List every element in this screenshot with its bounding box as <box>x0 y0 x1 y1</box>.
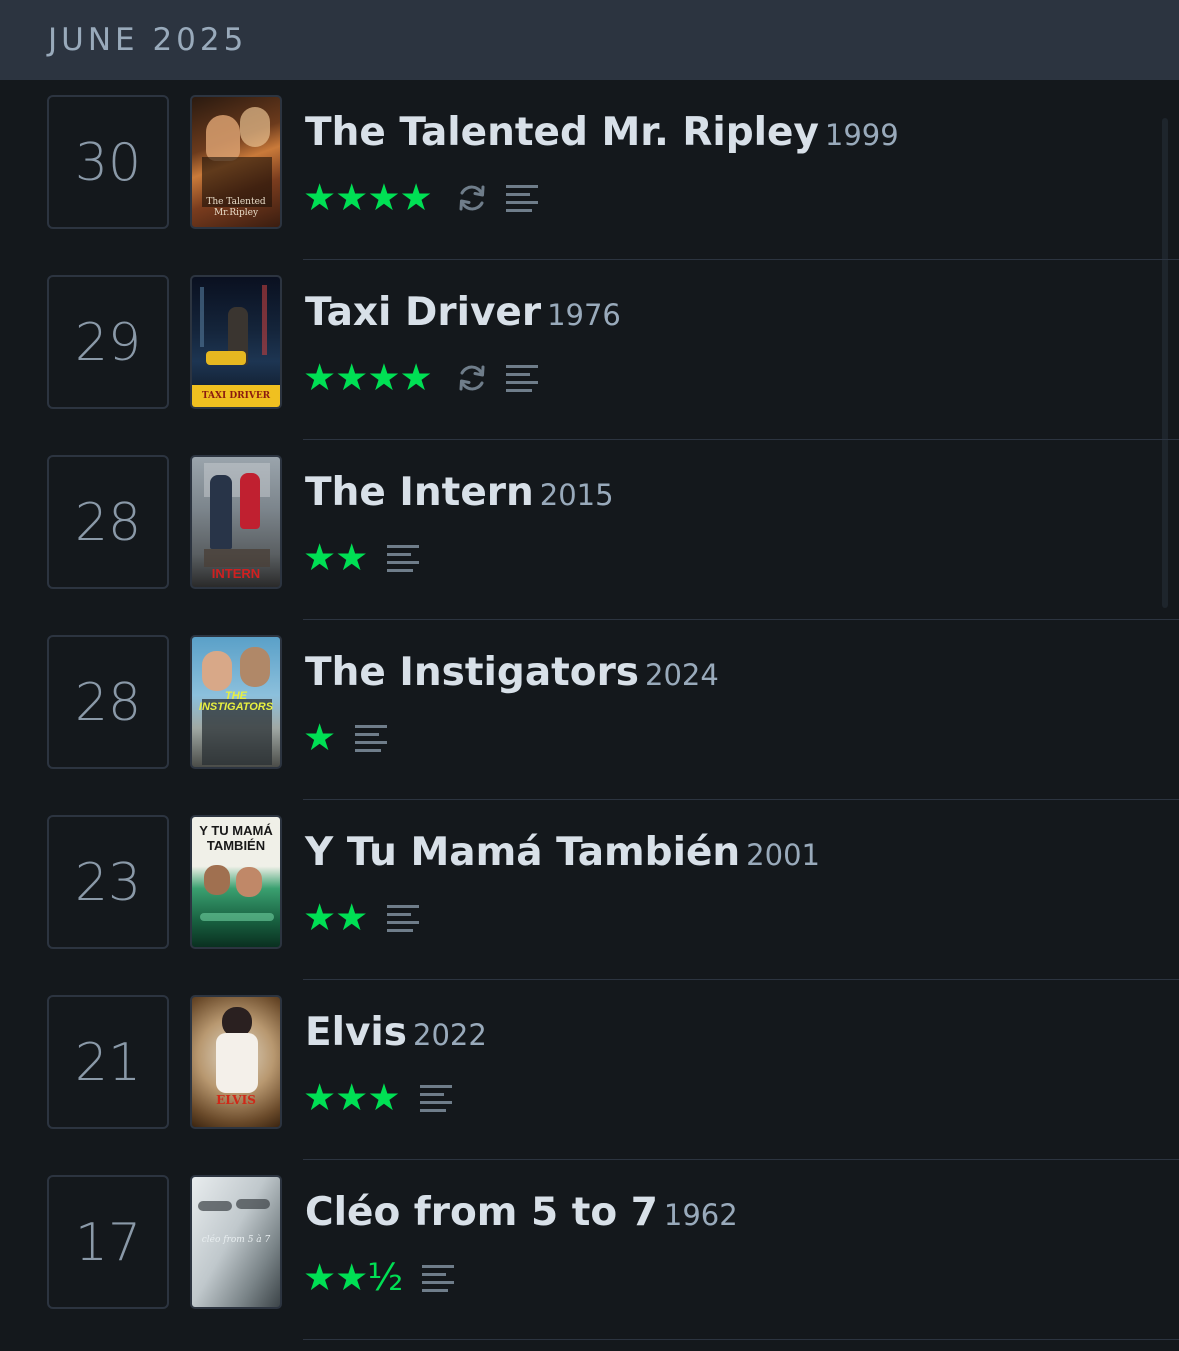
diary-entry: 29 TAXI DRIVER Taxi Driver 1976 ★★★★ <box>0 260 1179 440</box>
review-text-icon[interactable] <box>420 1260 456 1296</box>
film-poster[interactable]: cléo from 5 à 7 <box>190 1175 282 1309</box>
film-year[interactable]: 2001 <box>746 838 820 872</box>
film-poster[interactable]: THE INSTIGATORS <box>190 635 282 769</box>
film-title-line: Cléo from 5 to 7 1962 <box>305 1190 738 1235</box>
entry-meta: ★★ <box>303 898 421 938</box>
poster-title: ELVIS <box>216 1093 256 1107</box>
film-title-line: Elvis 2022 <box>305 1010 487 1055</box>
day-number: 23 <box>74 853 142 913</box>
film-year[interactable]: 2022 <box>413 1018 487 1052</box>
entry-meta: ★★★ <box>303 1078 454 1118</box>
day-box[interactable]: 17 <box>47 1175 169 1309</box>
diary-entry: 28 THE INSTIGATORS The Instigators 2024 ★ <box>0 620 1179 800</box>
film-title[interactable]: The Instigators <box>305 650 639 695</box>
entry-meta: ★★★★ <box>303 178 540 218</box>
day-number: 17 <box>74 1213 142 1273</box>
month-header: JUNE 2025 <box>0 0 1179 80</box>
film-poster[interactable]: Y TU MAMÁ TAMBIÉN <box>190 815 282 949</box>
poster-title: Y TU MAMÁ TAMBIÉN <box>199 823 273 853</box>
day-number: 30 <box>74 133 142 193</box>
film-title[interactable]: Elvis <box>305 1010 407 1055</box>
review-text-icon[interactable] <box>504 360 540 396</box>
day-box[interactable]: 30 <box>47 95 169 229</box>
star-rating: ★★★★ <box>303 176 433 219</box>
film-title-line: Y Tu Mamá También 2001 <box>305 830 820 875</box>
day-box[interactable]: 29 <box>47 275 169 409</box>
film-year[interactable]: 2015 <box>540 478 614 512</box>
film-year[interactable]: 1976 <box>547 298 621 332</box>
day-number: 21 <box>74 1033 142 1093</box>
film-title[interactable]: The Talented Mr. Ripley <box>305 110 819 155</box>
star-rating: ★★ <box>303 536 368 579</box>
poster-title: The Talented Mr.Ripley <box>206 197 266 218</box>
day-number: 28 <box>74 493 142 553</box>
film-poster[interactable]: TAXI DRIVER <box>190 275 282 409</box>
film-year[interactable]: 2024 <box>645 658 719 692</box>
star-rating: ★★★ <box>303 1076 401 1119</box>
star-rating: ★★½ <box>303 1256 403 1299</box>
review-text-icon[interactable] <box>353 720 389 756</box>
film-year[interactable]: 1999 <box>825 118 899 152</box>
day-number: 29 <box>74 313 142 373</box>
day-box[interactable]: 21 <box>47 995 169 1129</box>
review-text-icon[interactable] <box>385 900 421 936</box>
film-poster[interactable]: ELVIS <box>190 995 282 1129</box>
star-rating: ★ <box>303 716 336 759</box>
review-text-icon[interactable] <box>418 1080 454 1116</box>
diary-entry: 21 ELVIS Elvis 2022 ★★★ <box>0 980 1179 1160</box>
film-title-line: The Instigators 2024 <box>305 650 719 695</box>
review-text-icon[interactable] <box>504 180 540 216</box>
film-title[interactable]: The Intern <box>305 470 534 515</box>
diary-entry: 23 Y TU MAMÁ TAMBIÉN Y Tu Mamá También 20… <box>0 800 1179 980</box>
film-poster[interactable]: The Talented Mr.Ripley <box>190 95 282 229</box>
entry-meta: ★★ <box>303 538 421 578</box>
film-title-line: Taxi Driver 1976 <box>305 290 621 335</box>
diary-list: 30 The Talented Mr.Ripley The Talented M… <box>0 80 1179 1340</box>
film-title[interactable]: Y Tu Mamá También <box>305 830 740 875</box>
poster-title: THE INSTIGATORS <box>198 690 274 713</box>
day-number: 28 <box>74 673 142 733</box>
rewatch-icon <box>459 185 485 211</box>
film-title[interactable]: Taxi Driver <box>305 290 541 335</box>
poster-title: TAXI DRIVER <box>201 391 271 401</box>
day-box[interactable]: 28 <box>47 455 169 589</box>
rewatch-icon <box>459 365 485 391</box>
day-box[interactable]: 23 <box>47 815 169 949</box>
diary-entry: 17 cléo from 5 à 7 Cléo from 5 to 7 1962 … <box>0 1160 1179 1340</box>
entry-meta: ★★½ <box>303 1258 456 1298</box>
film-title-line: The Talented Mr. Ripley 1999 <box>305 110 899 155</box>
star-rating: ★★ <box>303 896 368 939</box>
diary-entry: 30 The Talented Mr.Ripley The Talented M… <box>0 80 1179 260</box>
poster-title: cléo from 5 à 7 <box>201 1235 271 1245</box>
poster-title: INTERN <box>211 566 261 581</box>
month-label: JUNE 2025 <box>48 22 248 58</box>
film-title[interactable]: Cléo from 5 to 7 <box>305 1190 658 1235</box>
entry-meta: ★ <box>303 718 389 758</box>
film-year[interactable]: 1962 <box>664 1198 738 1232</box>
star-rating: ★★★★ <box>303 356 433 399</box>
entry-meta: ★★★★ <box>303 358 540 398</box>
day-box[interactable]: 28 <box>47 635 169 769</box>
divider <box>303 1339 1179 1340</box>
diary-entry: 28 INTERN The Intern 2015 ★★ <box>0 440 1179 620</box>
review-text-icon[interactable] <box>385 540 421 576</box>
film-poster[interactable]: INTERN <box>190 455 282 589</box>
film-title-line: The Intern 2015 <box>305 470 614 515</box>
